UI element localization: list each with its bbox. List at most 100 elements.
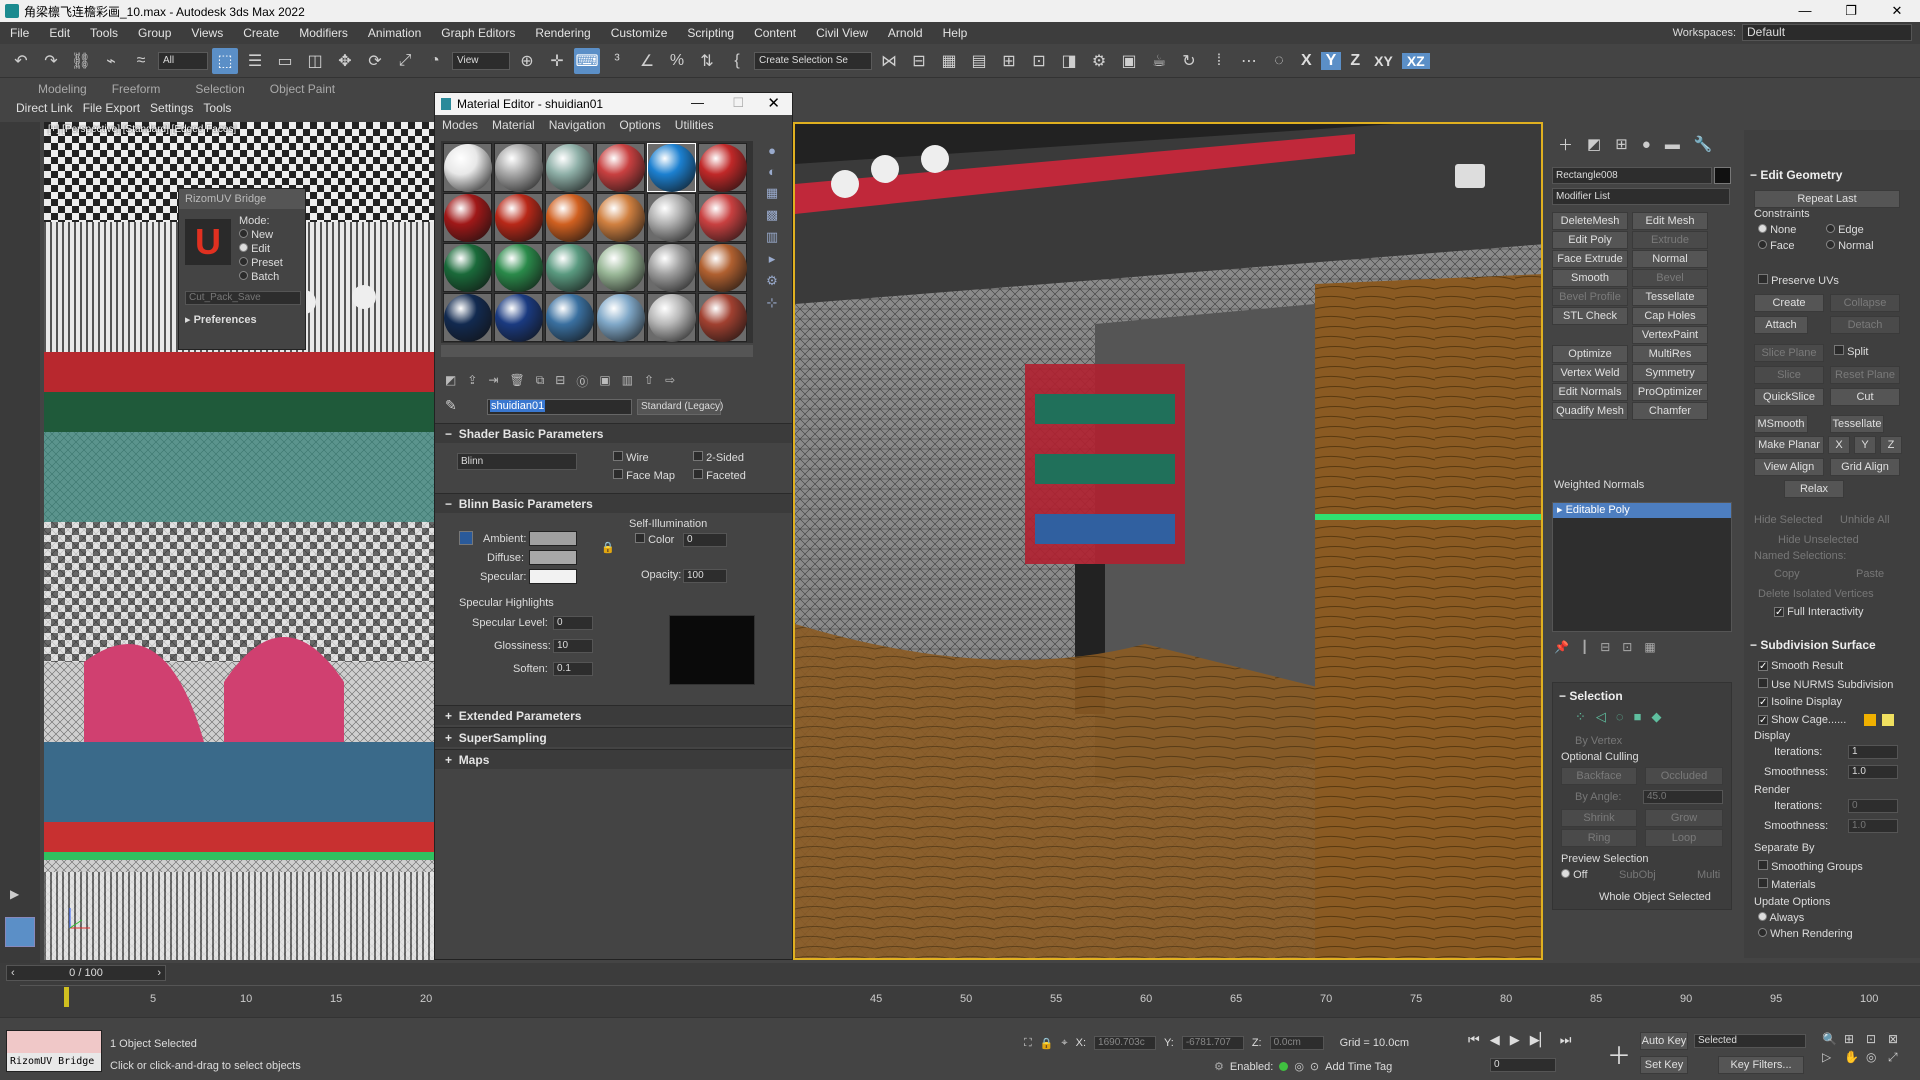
sample-type-icon[interactable]: ● [768, 143, 776, 158]
expand-arrow-icon[interactable]: ▶ [10, 887, 19, 901]
toggle-ribbon-icon[interactable]: ▤ [966, 48, 992, 74]
pivot-center-icon[interactable]: ⊕ [514, 48, 540, 74]
modifier-button[interactable]: Edit Normals [1552, 383, 1628, 401]
adaptive-degradation-icon[interactable]: ⚙ [1214, 1060, 1224, 1073]
material-slot[interactable] [698, 143, 747, 192]
planar-x-button[interactable]: X [1828, 436, 1850, 454]
go-to-parent-icon[interactable]: ⇧ [644, 373, 654, 391]
enabled-indicator[interactable] [1279, 1062, 1289, 1071]
field-of-view-icon[interactable]: ▷ [1822, 1050, 1842, 1065]
rotate-icon[interactable]: ⟳ [362, 48, 388, 74]
me-menu-utilities[interactable]: Utilities [668, 118, 721, 132]
menu-arnold[interactable]: Arnold [878, 26, 933, 40]
modifier-button[interactable]: Face Extrude [1552, 250, 1628, 268]
collapse-button[interactable]: Collapse [1830, 294, 1900, 312]
edit-geometry-title[interactable]: − Edit Geometry [1750, 168, 1842, 182]
create-tab-icon[interactable]: ＋ [1558, 134, 1573, 155]
material-slot[interactable] [443, 193, 492, 242]
array-icon[interactable]: ⋯ [1236, 48, 1262, 74]
paste-button[interactable]: Paste [1856, 568, 1884, 580]
face-map-checkbox[interactable] [613, 469, 623, 479]
axis-z-button[interactable]: Z [1345, 52, 1365, 70]
modifier-button[interactable]: Vertex Weld [1552, 364, 1628, 382]
zoom-extents-icon[interactable]: ⊡ [1866, 1032, 1886, 1046]
render-setup-icon[interactable]: ⚙ [1086, 48, 1112, 74]
material-slot[interactable] [596, 193, 645, 242]
mode-new-radio[interactable] [239, 229, 248, 238]
maps-rollout-header[interactable]: + Maps [435, 749, 792, 769]
material-slot[interactable] [545, 193, 594, 242]
material-slot[interactable] [545, 293, 594, 342]
current-frame-field[interactable]: 0 [1490, 1058, 1556, 1072]
modifier-button[interactable]: Optimize [1552, 345, 1628, 363]
soften-spinner[interactable]: 0.1 [553, 662, 593, 676]
layer-explorer-icon[interactable]: ▦ [936, 48, 962, 74]
close-button[interactable]: ✕ [1874, 0, 1920, 22]
absolute-mode-icon[interactable]: ⌖ [1061, 1037, 1067, 1050]
ribbon-tools[interactable]: Tools [193, 101, 231, 115]
previous-frame-icon[interactable]: ◀ [1490, 1032, 1500, 1048]
modifier-button[interactable]: Bevel [1632, 269, 1708, 287]
lock-icon[interactable]: 🔒 [601, 541, 615, 554]
self-illum-color-checkbox[interactable] [635, 533, 645, 543]
material-slot[interactable] [698, 293, 747, 342]
object-color-swatch[interactable] [1714, 167, 1731, 184]
modifier-button[interactable]: MultiRes [1632, 345, 1708, 363]
menu-file[interactable]: File [0, 26, 39, 40]
move-icon[interactable]: ✥ [332, 48, 358, 74]
detach-button[interactable]: Detach [1830, 316, 1900, 334]
menu-create[interactable]: Create [233, 26, 289, 40]
motion-tab-icon[interactable]: ● [1642, 136, 1651, 153]
ambient-swatch[interactable] [529, 531, 577, 546]
play-icon[interactable]: ▶ [1510, 1032, 1520, 1048]
modifier-button[interactable]: Bevel Profile [1552, 288, 1628, 306]
named-selection-dropdown[interactable]: Create Selection Se [754, 51, 872, 70]
reset-map-icon[interactable]: 🗑 [509, 373, 524, 391]
menu-rendering[interactable]: Rendering [525, 26, 600, 40]
add-time-tag-label[interactable]: Add Time Tag [1325, 1061, 1392, 1073]
viewport-label[interactable]: [+] [Perspective] [Standard] [Edged Face… [48, 124, 236, 135]
ribbon-file-export[interactable]: File Export [73, 101, 140, 115]
two-sided-checkbox[interactable] [693, 451, 703, 461]
repeat-last-button[interactable]: Repeat Last [1754, 190, 1900, 208]
viewport-layout-icon[interactable] [5, 917, 35, 947]
specular-swatch[interactable] [529, 569, 577, 584]
render-iterative-icon[interactable]: ↻ [1176, 48, 1202, 74]
place-icon[interactable]: ◔ [422, 48, 448, 74]
next-frame-icon[interactable]: ▶▏ [1530, 1032, 1550, 1048]
loop-button[interactable]: Loop [1645, 829, 1723, 847]
menu-help[interactable]: Help [933, 26, 978, 40]
ribbon-tab-freeform[interactable]: Freeform [112, 82, 186, 96]
axis-x-button[interactable]: X [1296, 52, 1317, 70]
lock-ambient-diffuse-icon[interactable] [459, 531, 473, 545]
select-object-icon[interactable]: ⬚ [212, 47, 238, 74]
constraint-normal-radio[interactable] [1826, 240, 1835, 249]
uv-tiling-icon[interactable]: ▩ [766, 207, 778, 223]
rectangular-selection-icon[interactable]: ▭ [272, 48, 298, 74]
maximize-viewport-icon[interactable]: ⤢ [1888, 1050, 1908, 1065]
viewport-right[interactable] [793, 122, 1543, 960]
pick-material-icon[interactable]: ✎ [445, 397, 457, 414]
put-to-scene-icon[interactable]: ⇪ [467, 373, 477, 391]
vertex-level-icon[interactable]: ⁘ [1575, 709, 1586, 725]
show-cage-checkbox[interactable] [1758, 715, 1768, 725]
time-slider-prev-icon[interactable]: ‹ [11, 966, 15, 980]
redo-icon[interactable]: ↷ [38, 48, 64, 74]
menu-modifiers[interactable]: Modifiers [289, 26, 358, 40]
preview-off-radio[interactable] [1561, 869, 1570, 878]
maxscript-listener[interactable]: RizomUV Bridge [6, 1030, 102, 1072]
slice-plane-button[interactable]: Slice Plane [1754, 344, 1824, 362]
me-menu-navigation[interactable]: Navigation [542, 118, 613, 132]
key-filters-button[interactable]: Key Filters... [1718, 1056, 1804, 1074]
align-icon[interactable]: ⊟ [906, 48, 932, 74]
material-type-button[interactable]: Standard (Legacy) [637, 399, 723, 415]
link-icon[interactable]: ⛓ [68, 48, 94, 74]
delete-isolated-checkbox[interactable]: Delete Isolated Vertices [1758, 588, 1874, 600]
spec-level-spinner[interactable]: 0 [553, 616, 593, 630]
preview-multi-radio[interactable]: Multi [1697, 869, 1720, 881]
slots-scrollbar[interactable] [441, 345, 753, 357]
video-color-check-icon[interactable]: ▥ [766, 229, 778, 245]
menu-content[interactable]: Content [744, 26, 806, 40]
cage-selection-color-swatch[interactable] [1882, 714, 1894, 726]
undo-icon[interactable]: ↶ [8, 48, 34, 74]
